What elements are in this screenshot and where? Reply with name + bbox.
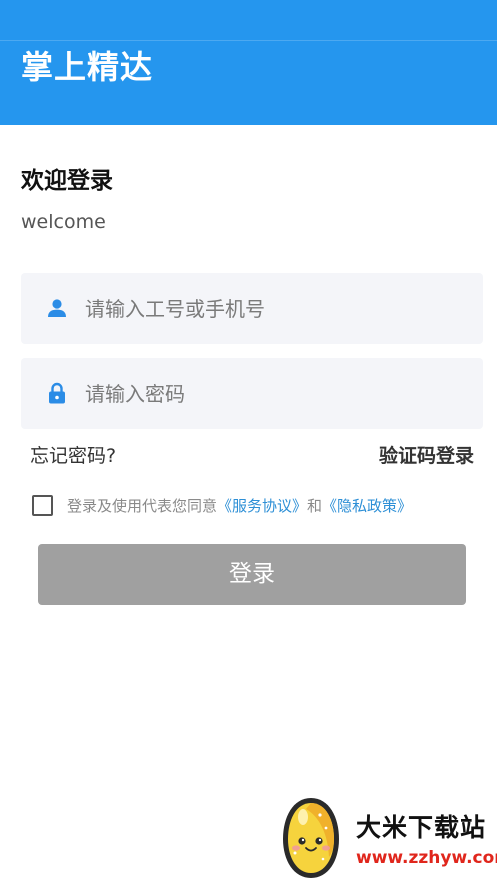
agreement-prefix: 登录及使用代表您同意	[67, 496, 218, 515]
username-field[interactable]	[21, 273, 483, 344]
agreement-conjunction: 和	[307, 496, 323, 515]
welcome-subtitle: welcome	[21, 211, 106, 233]
agreement-row: 登录及使用代表您同意 《服务协议》 和 《隐私政策》	[32, 492, 412, 518]
password-field[interactable]	[21, 358, 483, 429]
login-button[interactable]: 登录	[38, 544, 466, 605]
welcome-heading: 欢迎登录	[21, 168, 113, 194]
status-bar	[0, 0, 497, 41]
watermark: 大米下载站 www.zzhyw.com	[270, 793, 497, 883]
watermark-title: 大米下载站	[356, 813, 487, 842]
privacy-policy-link[interactable]: 《隐私政策》	[322, 495, 412, 516]
user-icon	[45, 296, 69, 320]
watermark-url: www.zzhyw.com	[356, 848, 497, 868]
lock-icon	[45, 381, 69, 405]
agreement-checkbox[interactable]	[32, 494, 53, 516]
rice-grain-mascot-icon	[276, 795, 346, 881]
code-login-link[interactable]: 验证码登录	[379, 441, 474, 471]
service-agreement-link[interactable]: 《服务协议》	[217, 495, 307, 516]
app-title: 掌上精达	[21, 48, 154, 86]
app-header: 掌上精达	[0, 0, 497, 125]
username-input[interactable]	[85, 273, 465, 344]
forgot-password-link[interactable]: 忘记密码?	[30, 441, 116, 471]
password-input[interactable]	[85, 358, 465, 429]
